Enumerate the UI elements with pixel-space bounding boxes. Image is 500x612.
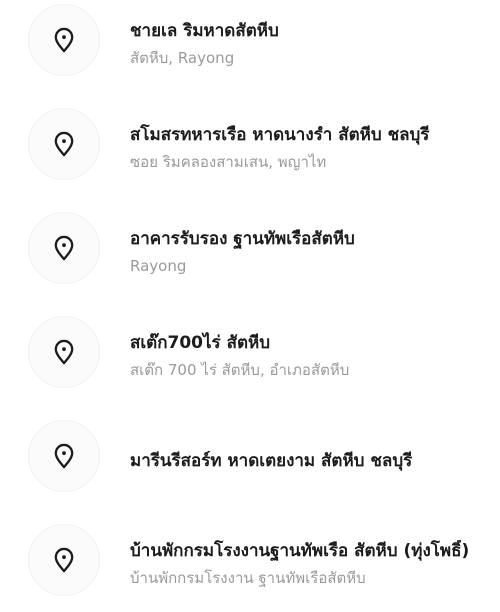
place-suggestion-item[interactable]: ชายเล ริมหาดสัตหีบ สัตหีบ, Rayong bbox=[0, 0, 500, 92]
place-subtitle: สเต๊ก 700 ไร่ สัตหีบ, อำเภอสัตหีบ bbox=[130, 361, 350, 379]
place-suggestion-item[interactable]: อาคารรับรอง ฐานทัพเรือสัตหีบ Rayong bbox=[0, 196, 500, 300]
place-title: อาคารรับรอง ฐานทัพเรือสัตหีบ bbox=[130, 229, 355, 249]
place-suggestion-list: ชายเล ริมหาดสัตหีบ สัตหีบ, Rayong สโมสรท… bbox=[0, 0, 500, 600]
place-suggestion-item[interactable]: มารีนรีสอร์ท หาดเตยงาม สัตหีบ ชลบุรี bbox=[0, 404, 500, 508]
place-subtitle: บ้านพักกรมโรงงาน ฐานทัพเรือสัตหีบ bbox=[130, 569, 366, 587]
place-title: สเต๊ก700ไร่ สัตหีบ bbox=[130, 333, 271, 353]
location-pin-icon bbox=[28, 4, 100, 76]
location-pin-icon bbox=[28, 108, 100, 180]
location-pin-icon bbox=[28, 420, 100, 492]
place-suggestion-item[interactable]: สโมสรทหารเรือ หาดนางรำ สัตหีบ ชลบุรี ซอย… bbox=[0, 92, 500, 196]
place-subtitle: ซอย ริมคลองสามเสน, พญาไท bbox=[130, 153, 327, 171]
place-title: สโมสรทหารเรือ หาดนางรำ สัตหีบ ชลบุรี bbox=[130, 125, 430, 145]
place-title: มารีนรีสอร์ท หาดเตยงาม สัตหีบ ชลบุรี bbox=[130, 451, 413, 471]
location-pin-icon bbox=[28, 524, 100, 596]
place-title: บ้านพักกรมโรงงานฐานทัพเรือ สัตหีบ (ทุ่งโ… bbox=[130, 541, 470, 561]
location-pin-icon bbox=[28, 212, 100, 284]
place-subtitle: Rayong bbox=[130, 257, 187, 275]
place-suggestion-item[interactable]: สเต๊ก700ไร่ สัตหีบ สเต๊ก 700 ไร่ สัตหีบ,… bbox=[0, 300, 500, 404]
location-pin-icon bbox=[28, 316, 100, 388]
place-suggestion-item[interactable]: บ้านพักกรมโรงงานฐานทัพเรือ สัตหีบ (ทุ่งโ… bbox=[0, 508, 500, 612]
place-title: ชายเล ริมหาดสัตหีบ bbox=[130, 21, 279, 41]
place-subtitle: สัตหีบ, Rayong bbox=[130, 49, 235, 67]
